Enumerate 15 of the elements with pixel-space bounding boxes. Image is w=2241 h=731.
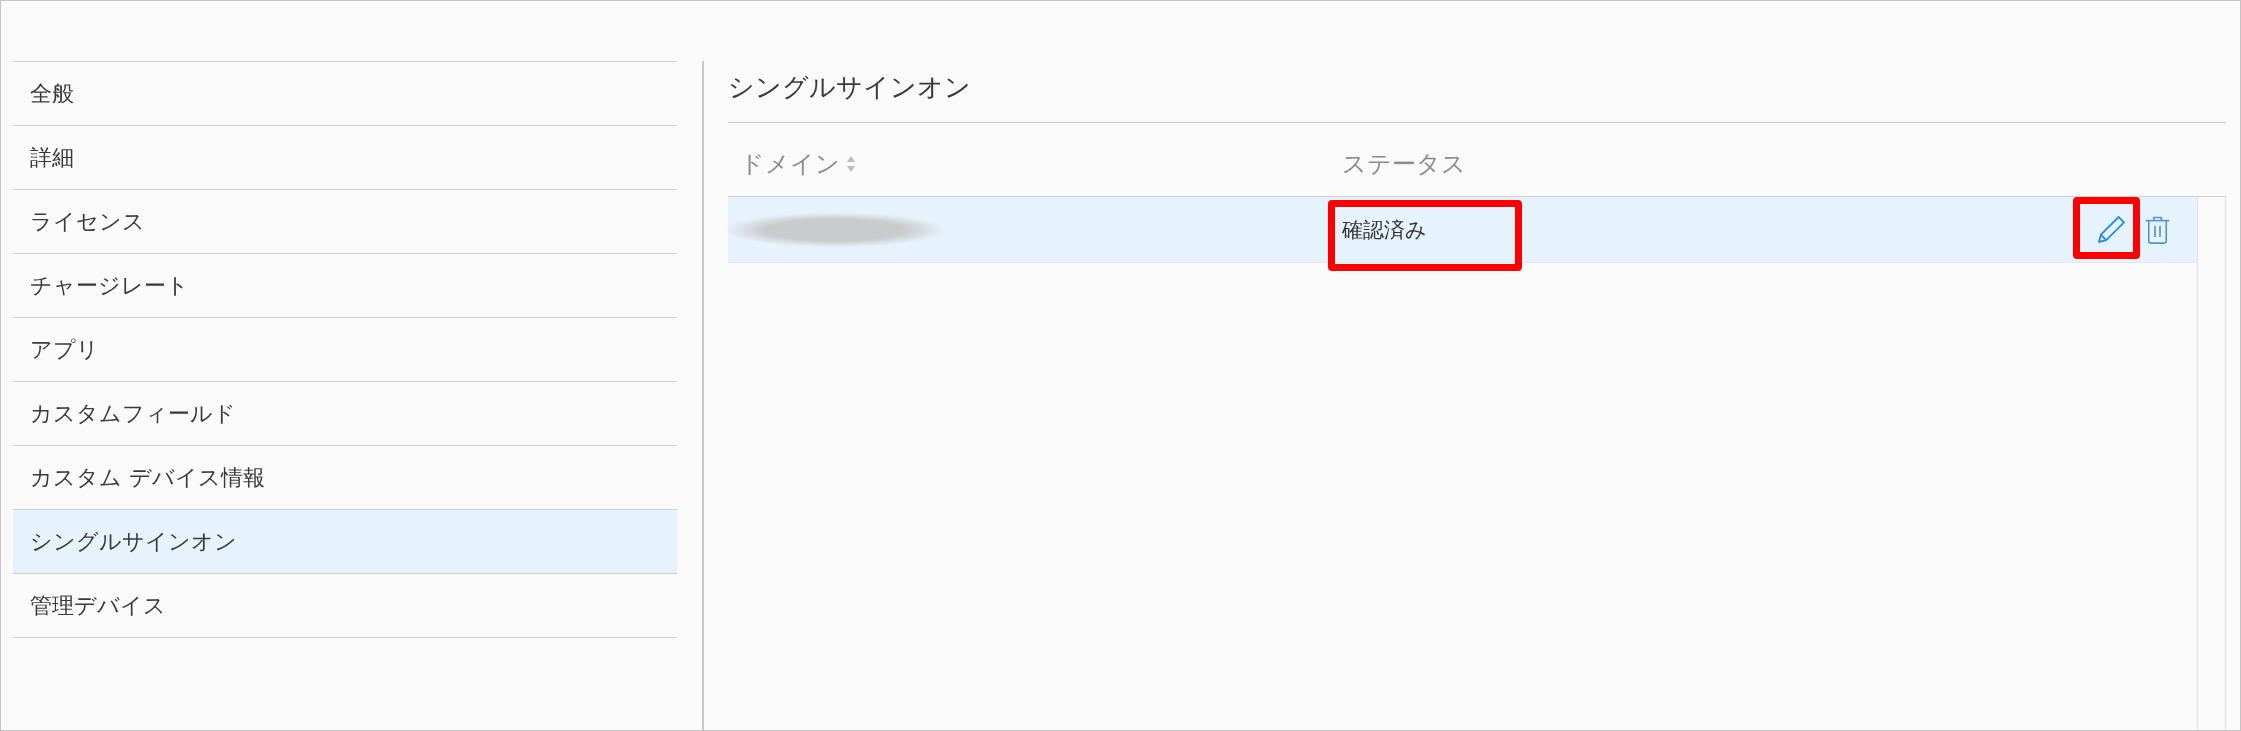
sidebar-item[interactable]: 全般 bbox=[13, 62, 677, 126]
scrollbar-track[interactable] bbox=[2197, 197, 2226, 730]
sidebar-item[interactable]: アプリ bbox=[13, 318, 677, 382]
sidebar-item[interactable]: シングルサインオン bbox=[13, 510, 677, 574]
pencil-icon bbox=[2097, 216, 2125, 243]
sidebar-item[interactable]: ライセンス bbox=[13, 190, 677, 254]
sidebar-item[interactable]: チャージレート bbox=[13, 254, 677, 318]
sidebar-item[interactable]: カスタムフィールド bbox=[13, 382, 677, 446]
column-header: ステータス bbox=[1342, 148, 1466, 180]
trash-icon bbox=[2144, 215, 2170, 244]
sidebar-item[interactable]: 管理デバイス bbox=[13, 574, 677, 638]
sidebar-item[interactable]: 詳細 bbox=[13, 126, 677, 190]
table-row[interactable]: 確認済み bbox=[728, 197, 2197, 263]
section-title: シングルサインオン bbox=[728, 71, 971, 103]
status-text: 確認済み bbox=[1342, 216, 1427, 244]
